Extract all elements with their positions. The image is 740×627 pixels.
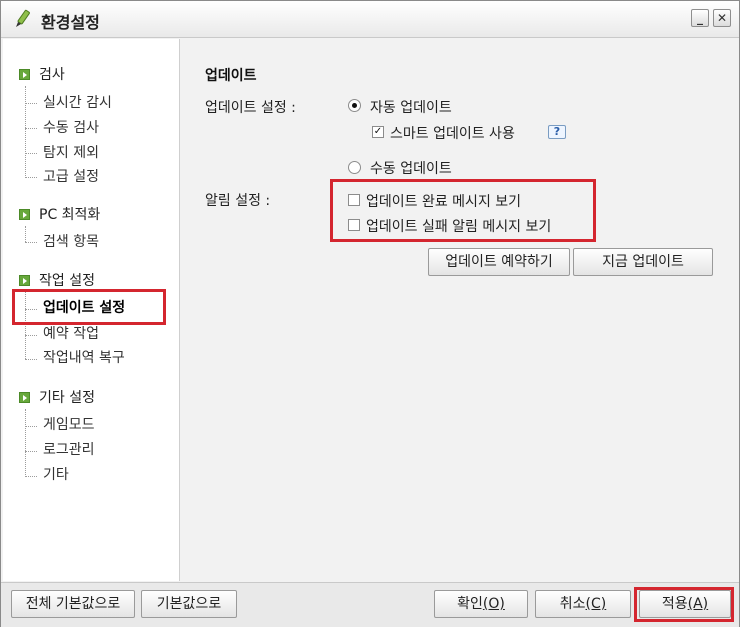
ok-label: 확인 (457, 596, 483, 612)
update-now-button[interactable]: 지금 업데이트 (573, 248, 713, 276)
category-bullet-icon (19, 208, 30, 220)
ok-button[interactable]: 확인(O) (434, 590, 528, 618)
tree-branch (25, 476, 37, 477)
schedule-update-button[interactable]: 업데이트 예약하기 (428, 248, 570, 276)
section-title: 업데이트 (205, 68, 257, 84)
sidebar-category-job[interactable]: 작업 설정 (19, 270, 95, 290)
cancel-mnemonic: (C) (585, 596, 607, 612)
ok-mnemonic: (O) (482, 596, 505, 612)
tree-branch (25, 103, 37, 104)
minimize-button[interactable]: _ (691, 9, 709, 27)
selected-item-highlight (12, 289, 166, 325)
tree-branch (25, 451, 37, 452)
alert-setting-label: 알림 설정 : (205, 193, 271, 209)
cancel-label: 취소 (559, 596, 586, 612)
manual-update-label[interactable]: 수동 업데이트 (370, 158, 452, 178)
sidebar-item-other[interactable]: 기타 (43, 465, 69, 485)
tree-line (25, 409, 26, 477)
tree-branch (25, 335, 37, 336)
sidebar-item-game-mode[interactable]: 게임모드 (43, 415, 95, 435)
sidebar-item-search-items[interactable]: 검색 항목 (43, 232, 99, 252)
tree-branch (25, 242, 37, 243)
update-setting-label: 업데이트 설정 : (205, 100, 296, 116)
auto-update-radio[interactable] (348, 99, 361, 112)
category-bullet-icon (19, 391, 30, 403)
sidebar-item-exclusion[interactable]: 탐지 제외 (43, 143, 99, 163)
tree-branch (25, 426, 37, 427)
tree-branch (25, 128, 37, 129)
close-button[interactable]: ✕ (713, 9, 731, 27)
sidebar-category-etc[interactable]: 기타 설정 (19, 387, 95, 407)
footer: 전체 기본값으로 기본값으로 확인(O) 취소(C) 적용(A) (1, 582, 739, 627)
title-bar: 환경설정 _ ✕ (1, 1, 739, 38)
pencil-icon (16, 9, 30, 27)
sidebar-item-advanced[interactable]: 고급 설정 (43, 167, 99, 187)
sidebar-item-manual-scan[interactable]: 수동 검사 (43, 118, 99, 138)
sidebar-category-scan[interactable]: 검사 (19, 64, 65, 84)
reset-button[interactable]: 기본값으로 (141, 590, 237, 618)
cancel-button[interactable]: 취소(C) (535, 590, 631, 618)
category-bullet-icon (19, 68, 30, 80)
settings-window: 환경설정 _ ✕ 검사 실시간 감시 수동 검사 탐지 제외 고급 설정 PC … (0, 0, 740, 627)
reset-all-button[interactable]: 전체 기본값으로 (11, 590, 135, 618)
window-title: 환경설정 (41, 13, 100, 32)
help-icon[interactable]: ? (548, 125, 566, 139)
tree-branch (25, 177, 37, 178)
alert-options-highlight (330, 179, 596, 242)
sidebar-item-restore[interactable]: 작업내역 복구 (43, 348, 125, 368)
smart-update-checkbox[interactable]: ✓ (372, 126, 384, 138)
sidebar: 검사 실시간 감시 수동 검사 탐지 제외 고급 설정 PC 최적화 검색 항목… (3, 39, 180, 581)
tree-branch (25, 359, 37, 360)
tree-line (25, 226, 26, 242)
sidebar-item-scheduled[interactable]: 예약 작업 (43, 324, 99, 344)
tree-branch (25, 153, 37, 154)
category-bullet-icon (19, 274, 30, 286)
sidebar-item-log[interactable]: 로그관리 (43, 440, 95, 460)
sidebar-item-realtime[interactable]: 실시간 감시 (43, 93, 112, 113)
auto-update-label[interactable]: 자동 업데이트 (370, 97, 452, 117)
apply-button-highlight (634, 587, 734, 622)
tree-line (25, 86, 26, 176)
manual-update-radio[interactable] (348, 161, 361, 174)
sidebar-category-pc-optimize[interactable]: PC 최적화 (19, 204, 100, 224)
main-panel: 업데이트 업데이트 설정 : 자동 업데이트 ✓ 스마트 업데이트 사용 ? 수… (181, 39, 738, 581)
smart-update-label[interactable]: 스마트 업데이트 사용 (390, 123, 515, 143)
